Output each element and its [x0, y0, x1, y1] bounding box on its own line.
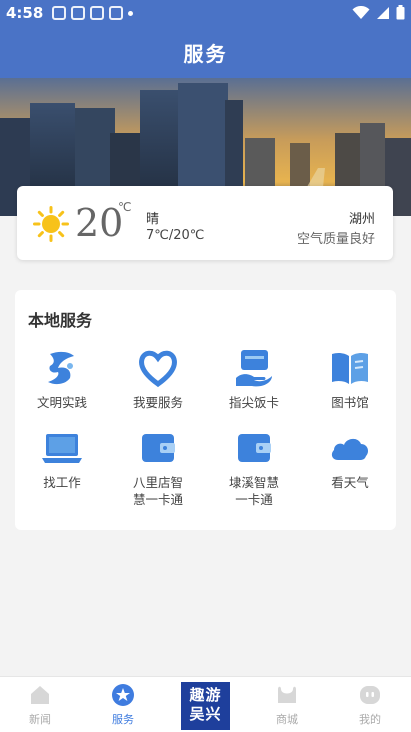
shop-icon — [278, 686, 296, 703]
service-label: 八里店智 慧一卡通 — [132, 475, 183, 507]
app-icon — [71, 6, 85, 20]
meal-card-icon — [236, 350, 272, 387]
service-label: 指尖饭卡 — [228, 395, 279, 410]
weather-card[interactable]: 20 ℃ 晴 7℃/20℃ 湖州 空气质量良好 — [17, 186, 393, 260]
service-library[interactable]: 图书馆 — [303, 346, 397, 411]
app-icon — [109, 6, 123, 20]
heart-icon — [139, 350, 177, 388]
status-time: 4:58 — [6, 4, 44, 22]
notification-icons — [52, 6, 133, 20]
sun-icon — [33, 206, 69, 242]
wifi-icon — [352, 5, 370, 19]
nav-news[interactable]: 新闻 — [10, 683, 70, 727]
service-bali-card[interactable]: 八里店智 慧一卡通 — [111, 426, 205, 508]
air-quality: 空气质量良好 — [296, 232, 375, 247]
service-meal-card[interactable]: 指尖饭卡 — [207, 346, 301, 411]
service-volunteer[interactable]: 我要服务 — [111, 346, 205, 411]
profile-icon — [360, 686, 380, 704]
local-services-card: 本地服务 文明实践 我要服务 指尖饭卡 图书馆 找工作 八里店智 慧一卡通 埭溪… — [15, 290, 396, 530]
nav-label: 服务 — [112, 713, 134, 726]
app-icon — [90, 6, 104, 20]
notification-dot — [128, 11, 133, 16]
service-weather[interactable]: 看天气 — [303, 426, 397, 491]
logo-text-line2: 吴兴 — [189, 705, 222, 723]
service-civic-practice[interactable]: 文明实践 — [15, 346, 109, 411]
app-icon — [52, 6, 66, 20]
cloud-icon — [331, 438, 369, 460]
nav-label: 新闻 — [29, 713, 51, 726]
service-label: 埭溪智慧 一卡通 — [228, 475, 279, 507]
nav-service[interactable]: 服务 — [93, 683, 153, 727]
logo-text-line1: 趣游 — [189, 686, 222, 704]
service-icon — [112, 684, 134, 706]
center-logo-button[interactable]: 趣游 吴兴 — [181, 682, 230, 730]
weather-city: 湖州 — [348, 212, 375, 227]
book-icon — [332, 352, 368, 384]
system-icons — [352, 5, 405, 20]
service-label: 图书馆 — [331, 395, 369, 410]
wallet-icon — [238, 434, 271, 462]
bottom-navigation: 新闻 服务 趣游 吴兴 商城 我的 — [0, 676, 411, 732]
service-label: 看天气 — [331, 475, 369, 490]
service-find-job[interactable]: 找工作 — [15, 426, 109, 491]
news-icon — [31, 686, 49, 704]
civic-icon — [48, 351, 74, 385]
service-label: 找工作 — [43, 475, 81, 490]
service-label: 我要服务 — [132, 395, 183, 410]
section-title: 本地服务 — [28, 311, 93, 330]
app-header: 4:58 服务 — [0, 0, 411, 78]
nav-label: 我的 — [359, 713, 381, 726]
service-label: 文明实践 — [36, 395, 87, 410]
laptop-icon — [42, 434, 82, 463]
nav-profile[interactable]: 我的 — [340, 683, 400, 727]
page-title: 服务 — [183, 42, 228, 66]
status-bar: 4:58 — [0, 0, 411, 30]
nav-label: 商城 — [276, 713, 298, 726]
weather-condition: 晴 — [146, 212, 160, 227]
wallet-icon — [142, 434, 175, 462]
signal-icon — [377, 6, 389, 19]
battery-icon — [396, 5, 405, 20]
weather-temperature: 20 — [75, 201, 124, 245]
temperature-unit: ℃ — [118, 200, 132, 214]
nav-shop[interactable]: 商城 — [257, 683, 317, 727]
service-daixi-card[interactable]: 埭溪智慧 一卡通 — [207, 426, 301, 508]
temperature-range: 7℃/20℃ — [146, 228, 205, 243]
